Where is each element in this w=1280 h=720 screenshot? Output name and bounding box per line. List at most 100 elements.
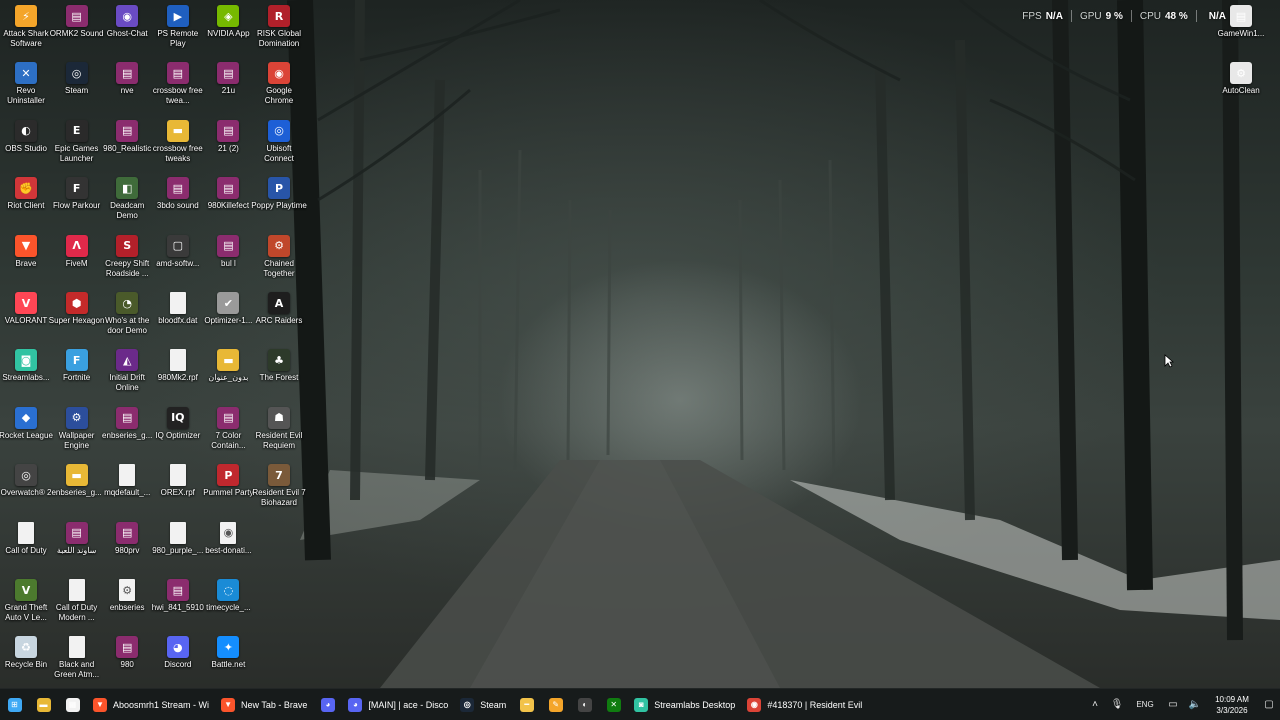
desktop-icon-desktop_icons68[interactable]: ✦ Battle.net xyxy=(202,633,254,689)
overwatch-icon: ◎ xyxy=(15,464,37,487)
desktop-icon-desktop_icons43[interactable]: ⚙ Wallpaper Engine xyxy=(51,404,103,460)
desktop-icon-desktop_icons39[interactable]: 980Mk2.rpf xyxy=(152,346,204,402)
desktop-icon-desktop_icons37[interactable]: F Fortnite xyxy=(51,346,103,402)
desktop-icon-desktop_icons7[interactable]: ◎ Steam xyxy=(51,59,103,115)
desktop-icon-desktop_icons1[interactable]: ▤ ORMK2 Sound xyxy=(50,2,104,58)
desktop-icon-desktop_icons32[interactable]: ◔ Who's at the door Demo xyxy=(101,289,153,345)
desktop-icon-desktop_icons18[interactable]: ✊ Riot Client xyxy=(0,174,52,230)
desktop-icon-desktop_icons50[interactable]: mqdefault_... xyxy=(101,461,153,517)
desktop-icon-desktop_icons16[interactable]: ▤ 21 (2) xyxy=(202,117,254,173)
desktop-icon-desktop_icons29[interactable]: ⚙ Chained Together xyxy=(253,232,305,288)
desktop-icon-desktop_icons51[interactable]: OREX.rpf xyxy=(152,461,204,517)
taskbar-button-11[interactable]: ✕ xyxy=(599,689,628,720)
desktop-icon-desktop_icons61[interactable]: ⚙ enbseries xyxy=(101,576,153,632)
notification-icon[interactable]: ▢ xyxy=(1258,689,1280,720)
desktop-icon-desktop_icons42[interactable]: ◆ Rocket League xyxy=(0,404,53,460)
desktop-icon-label: 980 xyxy=(120,660,134,670)
desktop-icon-desktop_icons31[interactable]: ⬢ Super Hexagon xyxy=(49,289,104,345)
desktop-icon-desktop_icons19[interactable]: F Flow Parkour xyxy=(51,174,103,230)
desktop-icon-desktop_icons33[interactable]: bloodfx.dat xyxy=(152,289,204,345)
desktop-icon-desktop_icons40[interactable]: ▬ بدون_عنوان xyxy=(202,346,254,402)
desktop-icon-desktop_icons5[interactable]: R RISK Global Domination xyxy=(253,2,305,58)
desktop-icon-desktop_icons54[interactable]: Call of Duty xyxy=(0,519,52,575)
desktop-icon-desktop_icons2[interactable]: ◉ Ghost-Chat xyxy=(101,2,153,58)
desktop-icon-desktop_icons28[interactable]: ▤ bul l xyxy=(202,232,254,288)
battlenet-icon: ✦ xyxy=(217,636,240,659)
desktop-icon-desktop_icons55[interactable]: ▤ ساوند اللعبة xyxy=(51,519,103,575)
taskbar-app-label: [MAIN] | ace - Disco xyxy=(368,699,449,710)
taskbar-brave-newtab[interactable]: ▼ New Tab - Brave xyxy=(215,689,313,720)
desktop-icon-desktop_icons41[interactable]: ♣ The Forest xyxy=(253,346,305,402)
desktop-icon-label: Recycle Bin xyxy=(4,660,48,670)
desktop-icon-desktop_icons21[interactable]: ▤ 3bdo sound xyxy=(152,174,204,230)
desktop-icon-desktop_icons47[interactable]: ☗ Resident Evil Requiem xyxy=(253,404,305,460)
desktop-icon-desktop_icons26[interactable]: S Creepy Shift Roadside ... xyxy=(101,232,153,288)
desktop-icon-desktop_icons24[interactable]: ▼ Brave xyxy=(0,232,52,288)
desktop-icon-desktop_icons67[interactable]: ◕ Discord xyxy=(152,633,204,689)
desktop-icon-desktop_icons46[interactable]: ▤ 7 Color Contain... xyxy=(202,404,254,460)
desktop-icon-desktop_icons25[interactable]: Λ FiveM xyxy=(51,232,103,288)
desktop-icon-desktop_icons57[interactable]: 980_purple_... xyxy=(152,519,204,575)
desktop-icon-desktop_icons27[interactable]: ▢ amd-softw... xyxy=(152,232,204,288)
language-indicator[interactable]: ENG xyxy=(1128,689,1162,720)
desktop-icon-desktop_icons14[interactable]: ▤ 980_Realistic xyxy=(101,117,153,173)
desktop-icon-desktop_icons62[interactable]: ▤ hwi_841_5910 xyxy=(152,576,204,632)
desktop-icon-desktop_icons15[interactable]: ▬ crossbow free tweaks xyxy=(152,117,204,173)
taskbar-button-2[interactable]: ▦ xyxy=(58,689,87,720)
desktop-icon-desktop_icons53[interactable]: 7 Resident Evil 7 Biohazard xyxy=(252,461,306,517)
desktop-icon-desktop_icons17[interactable]: ◎ Ubisoft Connect xyxy=(253,117,305,173)
desktop-icon-desktop_icons0[interactable]: ⚡ Attack Shark Software xyxy=(0,2,52,58)
desktop-icon-desktop_icons65[interactable]: Black and Green Atm... xyxy=(51,633,103,689)
desktop-icon-desktop_icons34[interactable]: ✔ Optimizer-1... xyxy=(202,289,254,345)
desktop-icon-desktop_icons35[interactable]: A ARC Raiders xyxy=(253,289,305,345)
taskbar-app-label: Aboosmrh1 Stream - Wi xyxy=(113,699,210,710)
desktop-icon-desktop_icons6[interactable]: ✕ Revo Uninstaller xyxy=(0,59,52,115)
taskbar-streamlabs[interactable]: ◙ Streamlabs Desktop xyxy=(628,689,741,720)
desktop-icon-desktop_icons8[interactable]: ▤ nve xyxy=(101,59,153,115)
desktop-icon-desktop_icons22[interactable]: ▤ 980Killefect xyxy=(202,174,254,230)
desktop-icon-desktop_icons38[interactable]: ◭ Initial Drift Online xyxy=(101,346,153,402)
desktop-icon-desktop_icons59[interactable]: V Grand Theft Auto V Le... xyxy=(0,576,52,632)
desktop-icon-desktop_icons60[interactable]: Call of Duty Modern ... xyxy=(51,576,103,632)
desktop-icon-label: 21 (2) xyxy=(217,143,239,153)
desktop-icon-desktop_icons10[interactable]: ▤ 21u xyxy=(202,59,254,115)
desktop-icon-desktop_icons11[interactable]: ◉ Google Chrome xyxy=(253,59,305,115)
chevron-up-icon[interactable]: ˄ xyxy=(1084,689,1106,720)
desktop-icon-desktop_icons45[interactable]: IQ IQ Optimizer xyxy=(152,404,204,460)
desktop-icon-desktop_icons52[interactable]: P Pummel Party xyxy=(202,461,254,517)
desktop-icon-desktop_icons20[interactable]: ◧ Deadcam Demo xyxy=(101,174,153,230)
desktop-icon-desktop_icons64[interactable]: ♻ Recycle Bin xyxy=(0,633,52,689)
taskbar-button-8[interactable]: ━ xyxy=(512,689,541,720)
desktop-icon-desktop_icons36[interactable]: ◙ Streamlabs... xyxy=(0,346,52,402)
microphone-icon[interactable]: 🎙 xyxy=(1106,689,1128,720)
taskbar: ⊞ ▬ ▦ ▼ Aboosmrh1 Stream - Wi ▼ New Tab - Brav… xyxy=(0,688,1280,720)
taskbar-button-5[interactable]: ◕ xyxy=(313,689,342,720)
desktop-icon-desktop_icons66[interactable]: ▤ 980 xyxy=(101,633,153,689)
desktop-icon-desktop_icons48[interactable]: ◎ Overwatch® 2 xyxy=(0,461,52,517)
desktop-icon-desktop_icons9[interactable]: ▤ crossbow free twea... xyxy=(152,59,204,115)
volume-icon[interactable]: 🔈 xyxy=(1184,689,1206,720)
network-icon[interactable]: ▭ xyxy=(1162,689,1184,720)
taskbar-button-10[interactable]: ◐ xyxy=(570,689,599,720)
taskbar-chrome[interactable]: ◉ #418370 | Resident Evil xyxy=(741,689,868,720)
desktop-icon-desktop_icons44[interactable]: ▤ enbseries_g... xyxy=(101,404,153,460)
desktop-icon-desktop_icons30[interactable]: V VALORANT xyxy=(0,289,52,345)
recycle-bin-icon: ♻ xyxy=(15,636,37,659)
taskbar-button-9[interactable]: ✎ xyxy=(541,689,570,720)
desktop-icon-desktop_icons23[interactable]: P Poppy Playtime xyxy=(251,174,307,230)
desktop-icon-desktop_icons49[interactable]: ▬ enbseries_g... xyxy=(51,461,103,517)
desktop-icon-desktop_icons56[interactable]: ▤ 980prv xyxy=(101,519,153,575)
taskbar-discord[interactable]: ◕ [MAIN] | ace - Disco xyxy=(342,689,454,720)
desktop-icon-desktop_icons13[interactable]: E Epic Games Launcher xyxy=(51,117,103,173)
desktop-icon-right_icons1[interactable]: ⚙ AutoClean xyxy=(1215,59,1267,115)
taskbar-brave-stream[interactable]: ▼ Aboosmrh1 Stream - Wi xyxy=(87,689,215,720)
taskbar-button-0[interactable]: ⊞ xyxy=(0,689,29,720)
desktop-icon-desktop_icons3[interactable]: ▶ PS Remote Play xyxy=(152,2,204,58)
taskbar-steam[interactable]: ◎ Steam xyxy=(454,689,512,720)
desktop-icon-desktop_icons4[interactable]: ◈ NVIDIA App xyxy=(202,2,254,58)
taskbar-button-1[interactable]: ▬ xyxy=(29,689,58,720)
clock[interactable]: 10:09 AM 3/3/2026 xyxy=(1206,694,1258,716)
desktop-icon-desktop_icons63[interactable]: ◌ timecycle_... xyxy=(202,576,254,632)
desktop-icon-desktop_icons58[interactable]: ◉ best-donati... xyxy=(202,519,254,575)
desktop-icon-desktop_icons12[interactable]: ◐ OBS Studio xyxy=(0,117,52,173)
